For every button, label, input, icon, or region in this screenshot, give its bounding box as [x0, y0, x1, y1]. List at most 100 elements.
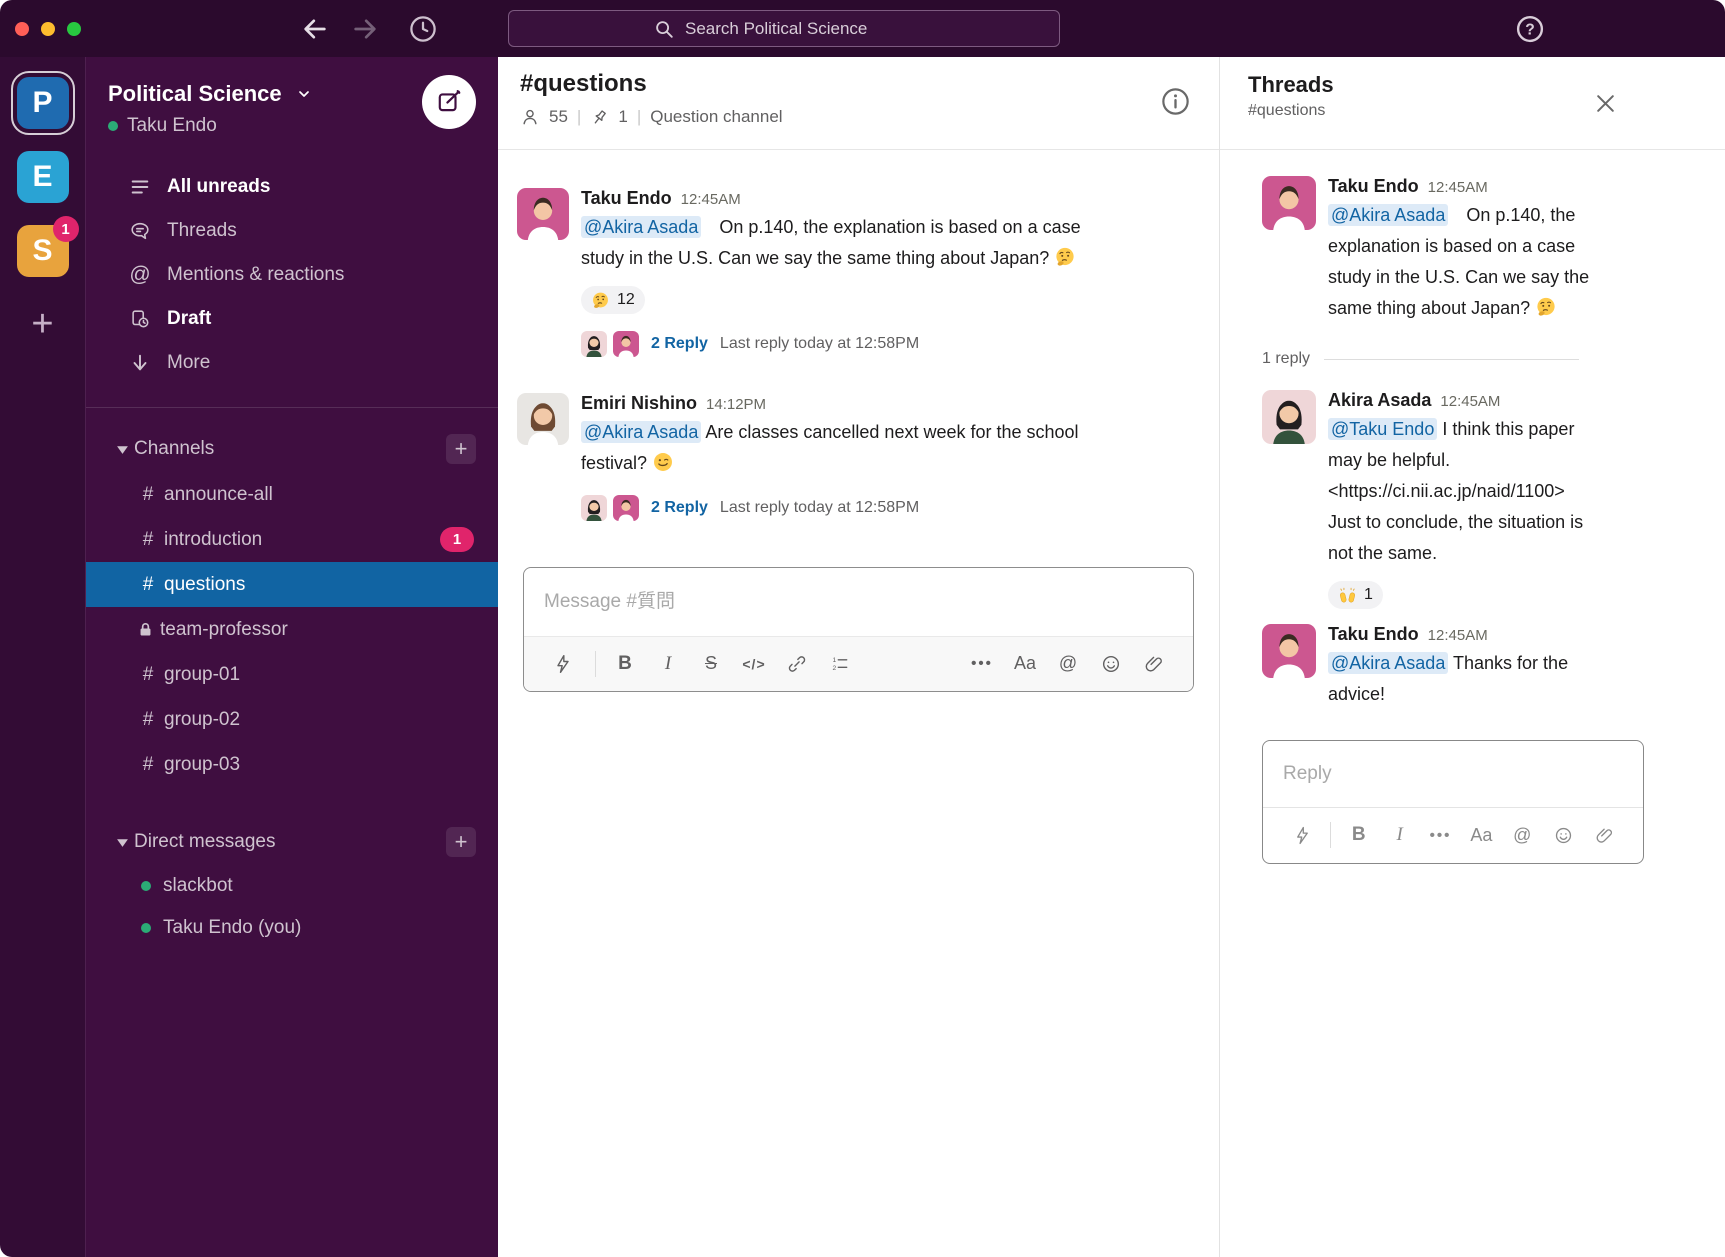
- italic-button[interactable]: I: [655, 651, 681, 677]
- raised-hands-emoji: [1338, 586, 1357, 605]
- message-time[interactable]: 12:45AM: [681, 191, 741, 208]
- channel-group-03[interactable]: # group-03: [86, 742, 498, 787]
- italic-button[interactable]: I: [1387, 822, 1413, 848]
- text-format-button[interactable]: Aa: [1468, 822, 1494, 848]
- channel-announce-all[interactable]: # announce-all: [86, 472, 498, 517]
- add-workspace-button[interactable]: +: [31, 309, 53, 339]
- channels-section-header[interactable]: Channels +: [86, 426, 498, 472]
- link-button[interactable]: [784, 651, 810, 677]
- message-time[interactable]: 12:45AM: [1440, 393, 1500, 410]
- svg-text:2: 2: [833, 664, 837, 671]
- message-input[interactable]: [524, 568, 1193, 636]
- dm-taku-endo[interactable]: Taku Endo (you): [86, 907, 498, 949]
- channel-team-professor[interactable]: team-professor: [86, 607, 498, 652]
- sidebar-item-all-unreads[interactable]: All unreads: [86, 165, 498, 209]
- compose-button[interactable]: [422, 75, 476, 129]
- add-dm-button[interactable]: +: [446, 827, 476, 857]
- close-threads-button[interactable]: [1592, 90, 1619, 122]
- sidebar-divider: [86, 407, 498, 408]
- sidebar-item-mentions[interactable]: @ Mentions & reactions: [86, 253, 498, 297]
- mention-button[interactable]: @: [1055, 651, 1081, 677]
- channel-group-02[interactable]: # group-02: [86, 697, 498, 742]
- message-author[interactable]: Taku Endo: [581, 188, 672, 209]
- message-text: @Akira Asada Thanks for the advice!: [1328, 648, 1598, 710]
- channel-info-button[interactable]: [1160, 86, 1191, 122]
- minimize-window-button[interactable]: [41, 22, 55, 36]
- back-button[interactable]: [300, 14, 330, 44]
- mention-button[interactable]: @: [1509, 822, 1535, 848]
- ordered-list-button[interactable]: 12: [827, 651, 853, 677]
- threads-subtitle: #questions: [1248, 102, 1725, 120]
- search-bar[interactable]: [508, 10, 1060, 47]
- emoji-button[interactable]: [1550, 822, 1576, 848]
- attach-button[interactable]: [1141, 651, 1167, 677]
- mention-link[interactable]: @Taku Endo: [1328, 418, 1437, 440]
- reaction-pill[interactable]: 12: [581, 286, 645, 314]
- more-actions-button[interactable]: •••: [1428, 822, 1454, 848]
- reaction-pill[interactable]: 1: [1328, 581, 1383, 609]
- sidebar-item-threads[interactable]: Threads: [86, 209, 498, 253]
- shortcuts-button[interactable]: [1289, 822, 1315, 848]
- dm-slackbot[interactable]: slackbot: [86, 865, 498, 907]
- close-window-button[interactable]: [15, 22, 29, 36]
- member-count[interactable]: 55: [549, 107, 568, 127]
- help-button[interactable]: ?: [1515, 14, 1545, 44]
- pin-count[interactable]: 1: [618, 107, 627, 127]
- message-time[interactable]: 12:45AM: [1428, 627, 1488, 644]
- draft-icon: [129, 308, 151, 330]
- strikethrough-button[interactable]: S: [698, 651, 724, 677]
- reply-count-link[interactable]: 2 Reply: [651, 499, 708, 517]
- shortcuts-button[interactable]: [550, 651, 576, 677]
- text-format-button[interactable]: Aa: [1012, 651, 1038, 677]
- channel-title: #questions: [520, 70, 1219, 98]
- message-author[interactable]: Akira Asada: [1328, 390, 1431, 411]
- message-time[interactable]: 14:12PM: [706, 396, 766, 413]
- sidebar-item-draft[interactable]: Draft: [86, 297, 498, 341]
- channel-questions[interactable]: # questions: [86, 562, 498, 607]
- workspace-e-button[interactable]: E: [17, 151, 69, 203]
- message-author[interactable]: Emiri Nishino: [581, 393, 697, 414]
- thread-summary[interactable]: 2 Reply Last reply today at 12:58PM: [581, 331, 1081, 357]
- avatar[interactable]: [1262, 390, 1316, 444]
- channel-group-01[interactable]: # group-01: [86, 652, 498, 697]
- channel-topic[interactable]: Question channel: [650, 107, 782, 127]
- presence-dot: [141, 881, 151, 891]
- channel-introduction[interactable]: # introduction 1: [86, 517, 498, 562]
- reply-input[interactable]: [1263, 741, 1643, 807]
- dms-section-header[interactable]: Direct messages +: [86, 819, 498, 865]
- mention-link[interactable]: @Akira Asada: [1328, 652, 1448, 674]
- sidebar-nav: All unreads Threads @ Mentions & reactio…: [86, 165, 498, 385]
- top-bar: ?: [0, 0, 1725, 57]
- avatar[interactable]: [517, 393, 569, 445]
- avatar[interactable]: [517, 188, 569, 240]
- mention-link[interactable]: @Akira Asada: [581, 216, 701, 238]
- more-actions-button[interactable]: •••: [969, 651, 995, 677]
- workspace-p-button[interactable]: P: [17, 77, 69, 129]
- code-button[interactable]: </>: [741, 651, 767, 677]
- search-input[interactable]: [685, 19, 915, 39]
- close-icon: [1592, 90, 1619, 117]
- reply-count-link[interactable]: 2 Reply: [651, 335, 708, 353]
- bold-button[interactable]: B: [1346, 822, 1372, 848]
- mention-link[interactable]: @Akira Asada: [581, 421, 701, 443]
- avatar[interactable]: [1262, 176, 1316, 230]
- zoom-window-button[interactable]: [67, 22, 81, 36]
- history-button[interactable]: [408, 14, 438, 44]
- avatar: [581, 495, 607, 521]
- emoji-button[interactable]: [1098, 651, 1124, 677]
- message-time[interactable]: 12:45AM: [1428, 179, 1488, 196]
- mention-link[interactable]: @Akira Asada: [1328, 204, 1448, 226]
- current-user[interactable]: Taku Endo: [108, 115, 478, 137]
- hash-icon: #: [141, 709, 155, 731]
- attach-button[interactable]: [1591, 822, 1617, 848]
- pin-icon[interactable]: [590, 108, 609, 127]
- message-author[interactable]: Taku Endo: [1328, 624, 1419, 645]
- add-channel-button[interactable]: +: [446, 434, 476, 464]
- avatar[interactable]: [1262, 624, 1316, 678]
- forward-button[interactable]: [350, 14, 380, 44]
- bold-button[interactable]: B: [612, 651, 638, 677]
- members-icon[interactable]: [520, 107, 540, 127]
- thread-summary[interactable]: 2 Reply Last reply today at 12:58PM: [581, 495, 1081, 521]
- sidebar-item-more[interactable]: More: [86, 341, 498, 385]
- message-author[interactable]: Taku Endo: [1328, 176, 1419, 197]
